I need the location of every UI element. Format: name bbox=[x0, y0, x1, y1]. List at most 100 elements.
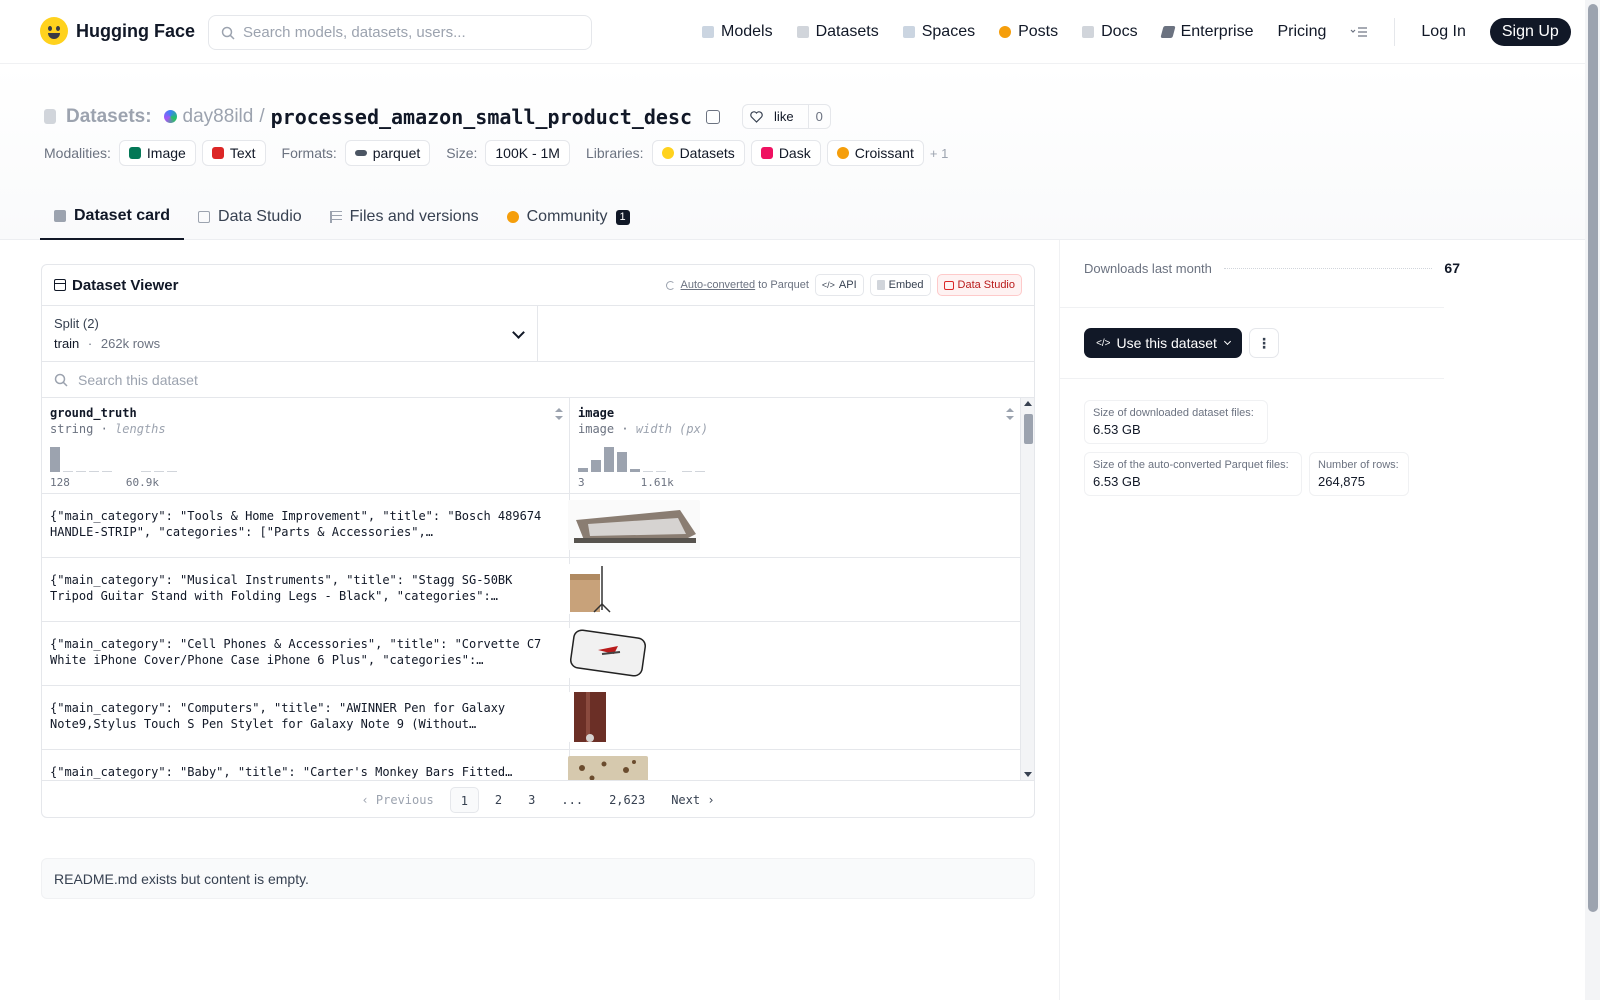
column-header-image[interactable]: image image · width (px) 3 1.61k bbox=[570, 398, 1020, 494]
histogram-bar[interactable] bbox=[50, 447, 60, 472]
nav-pricing[interactable]: Pricing bbox=[1277, 23, 1326, 41]
copy-icon[interactable] bbox=[706, 109, 721, 124]
use-this-dataset-button[interactable]: </> Use this dataset bbox=[1084, 328, 1242, 358]
histogram-bar[interactable] bbox=[102, 471, 112, 472]
tab-files[interactable]: Files and versions bbox=[316, 194, 493, 240]
last-page-button[interactable]: 2,623 bbox=[599, 787, 655, 813]
formats-label: Formats: bbox=[281, 145, 337, 161]
nav-more-menu[interactable] bbox=[1350, 26, 1368, 38]
histogram-bar[interactable] bbox=[141, 471, 151, 472]
histogram-bar[interactable] bbox=[656, 471, 666, 472]
tag-parquet[interactable]: parquet bbox=[344, 140, 431, 166]
tab-label: Dataset card bbox=[74, 207, 171, 224]
home-logo-link[interactable]: Hugging Face bbox=[40, 17, 195, 45]
histogram-bar[interactable] bbox=[89, 471, 99, 472]
histogram-bar[interactable] bbox=[154, 471, 164, 472]
global-search[interactable] bbox=[208, 15, 592, 50]
nav-models[interactable]: Models bbox=[702, 23, 773, 41]
tag-size[interactable]: 100K - 1M bbox=[485, 140, 570, 166]
table-row[interactable]: {"main_category": "Baby", "title": "Cart… bbox=[42, 750, 1020, 780]
dataset-search-input[interactable] bbox=[78, 371, 578, 388]
scroll-down-icon[interactable] bbox=[1024, 772, 1032, 777]
phone-case-image[interactable] bbox=[568, 628, 648, 678]
tab-label: Data Studio bbox=[218, 208, 302, 225]
histogram-bar[interactable] bbox=[682, 471, 692, 472]
ground-truth-cell: {"main_category": "Tools & Home Improvem… bbox=[50, 509, 542, 539]
api-button[interactable]: </> API bbox=[814, 274, 864, 296]
histogram-bar[interactable] bbox=[76, 471, 86, 472]
histogram-bar[interactable] bbox=[630, 469, 640, 472]
histogram-bar[interactable] bbox=[617, 452, 627, 472]
nav-posts[interactable]: Posts bbox=[999, 23, 1058, 41]
owner-link[interactable]: day88ild bbox=[183, 106, 254, 128]
nav-docs[interactable]: Docs bbox=[1082, 23, 1138, 41]
sort-icon[interactable] bbox=[555, 408, 563, 420]
tab-data-studio[interactable]: Data Studio bbox=[184, 194, 316, 240]
split-selector[interactable]: Split (2) train · 262k rows bbox=[42, 306, 538, 362]
dataset-search[interactable] bbox=[42, 362, 1034, 398]
page-scrollbar[interactable] bbox=[1585, 0, 1600, 1000]
tag-dask[interactable]: Dask bbox=[750, 140, 821, 166]
nav-spaces[interactable]: Spaces bbox=[902, 23, 975, 41]
histogram-bar[interactable] bbox=[695, 471, 705, 472]
tab-dataset-card[interactable]: Dataset card bbox=[40, 194, 185, 240]
table-row[interactable]: {"main_category": "Cell Phones & Accesso… bbox=[42, 622, 1020, 686]
scroll-up-icon[interactable] bbox=[1024, 401, 1032, 406]
section-label[interactable]: Datasets: bbox=[66, 106, 152, 128]
histogram-bar[interactable] bbox=[63, 471, 73, 472]
libraries-more[interactable]: + 1 bbox=[930, 146, 948, 161]
nav-datasets[interactable]: Datasets bbox=[796, 23, 879, 41]
histogram-bar[interactable] bbox=[578, 468, 588, 472]
page-2-button[interactable]: 2 bbox=[485, 787, 512, 813]
nav-label: Pricing bbox=[1277, 23, 1327, 40]
table-row[interactable]: {"main_category": "Tools & Home Improvem… bbox=[42, 494, 1020, 558]
nav-label: Enterprise bbox=[1180, 23, 1254, 40]
auto-converted-link[interactable]: Auto-converted bbox=[681, 279, 756, 291]
tag-datasets-lib[interactable]: Datasets bbox=[651, 140, 745, 166]
table-row[interactable]: {"main_category": "Computers", "title": … bbox=[42, 686, 1020, 750]
fitted-sheet-image[interactable] bbox=[568, 756, 648, 780]
tag-label-text: Croissant bbox=[854, 145, 914, 161]
previous-page-button[interactable]: ‹ Previous bbox=[351, 787, 443, 813]
column-stat: width (px) bbox=[635, 422, 709, 436]
stat-parquet-size: Size of the auto-converted Parquet files… bbox=[1084, 452, 1302, 496]
handle-strip-image[interactable] bbox=[568, 500, 700, 550]
page-scroll-thumb[interactable] bbox=[1588, 4, 1598, 912]
global-search-input[interactable] bbox=[243, 24, 573, 41]
more-options-button[interactable]: ⋮ bbox=[1249, 328, 1279, 358]
histogram-bar[interactable] bbox=[604, 447, 614, 472]
like-button[interactable]: like 0 bbox=[742, 104, 831, 129]
table-row[interactable]: {"main_category": "Musical Instruments",… bbox=[42, 558, 1020, 622]
histogram-bar[interactable] bbox=[128, 471, 138, 472]
histogram-bar[interactable] bbox=[167, 471, 177, 472]
histogram-bar[interactable] bbox=[115, 471, 125, 472]
page-3-button[interactable]: 3 bbox=[518, 787, 545, 813]
histogram-bar[interactable] bbox=[669, 471, 679, 472]
next-page-button[interactable]: Next › bbox=[661, 787, 724, 813]
downloads-value: 67 bbox=[1444, 260, 1460, 276]
ground-truth-cell: {"main_category": "Cell Phones & Accesso… bbox=[50, 637, 542, 667]
hist-min: 3 bbox=[578, 476, 585, 489]
tag-text[interactable]: Text bbox=[201, 140, 266, 166]
histogram-bar[interactable] bbox=[591, 460, 601, 472]
column-header-ground-truth[interactable]: ground_truth string · lengths 128 60.9k bbox=[42, 398, 569, 494]
guitar-stand-image[interactable] bbox=[568, 564, 614, 614]
tag-image[interactable]: Image bbox=[118, 140, 196, 166]
nav-enterprise[interactable]: Enterprise bbox=[1159, 23, 1254, 41]
stylus-pen-image[interactable] bbox=[568, 692, 610, 742]
sort-icon[interactable] bbox=[1006, 408, 1014, 420]
histogram-bar[interactable] bbox=[643, 471, 653, 472]
tab-community[interactable]: Community 1 bbox=[493, 194, 644, 240]
code-icon: </> bbox=[821, 280, 835, 290]
to-parquet-text: to Parquet bbox=[758, 279, 809, 291]
scroll-thumb[interactable] bbox=[1024, 414, 1033, 444]
repo-name-link[interactable]: processed_amazon_small_product_desc bbox=[271, 105, 692, 129]
signup-button[interactable]: Sign Up bbox=[1489, 18, 1571, 46]
tag-label-text: Dask bbox=[778, 145, 811, 161]
embed-button[interactable]: Embed bbox=[869, 274, 931, 296]
data-studio-button[interactable]: Data Studio bbox=[936, 274, 1022, 296]
tag-croissant[interactable]: Croissant bbox=[826, 140, 924, 166]
login-link[interactable]: Log In bbox=[1421, 23, 1465, 41]
table-scrollbar[interactable] bbox=[1020, 398, 1034, 780]
page-1-button[interactable]: 1 bbox=[449, 786, 479, 813]
